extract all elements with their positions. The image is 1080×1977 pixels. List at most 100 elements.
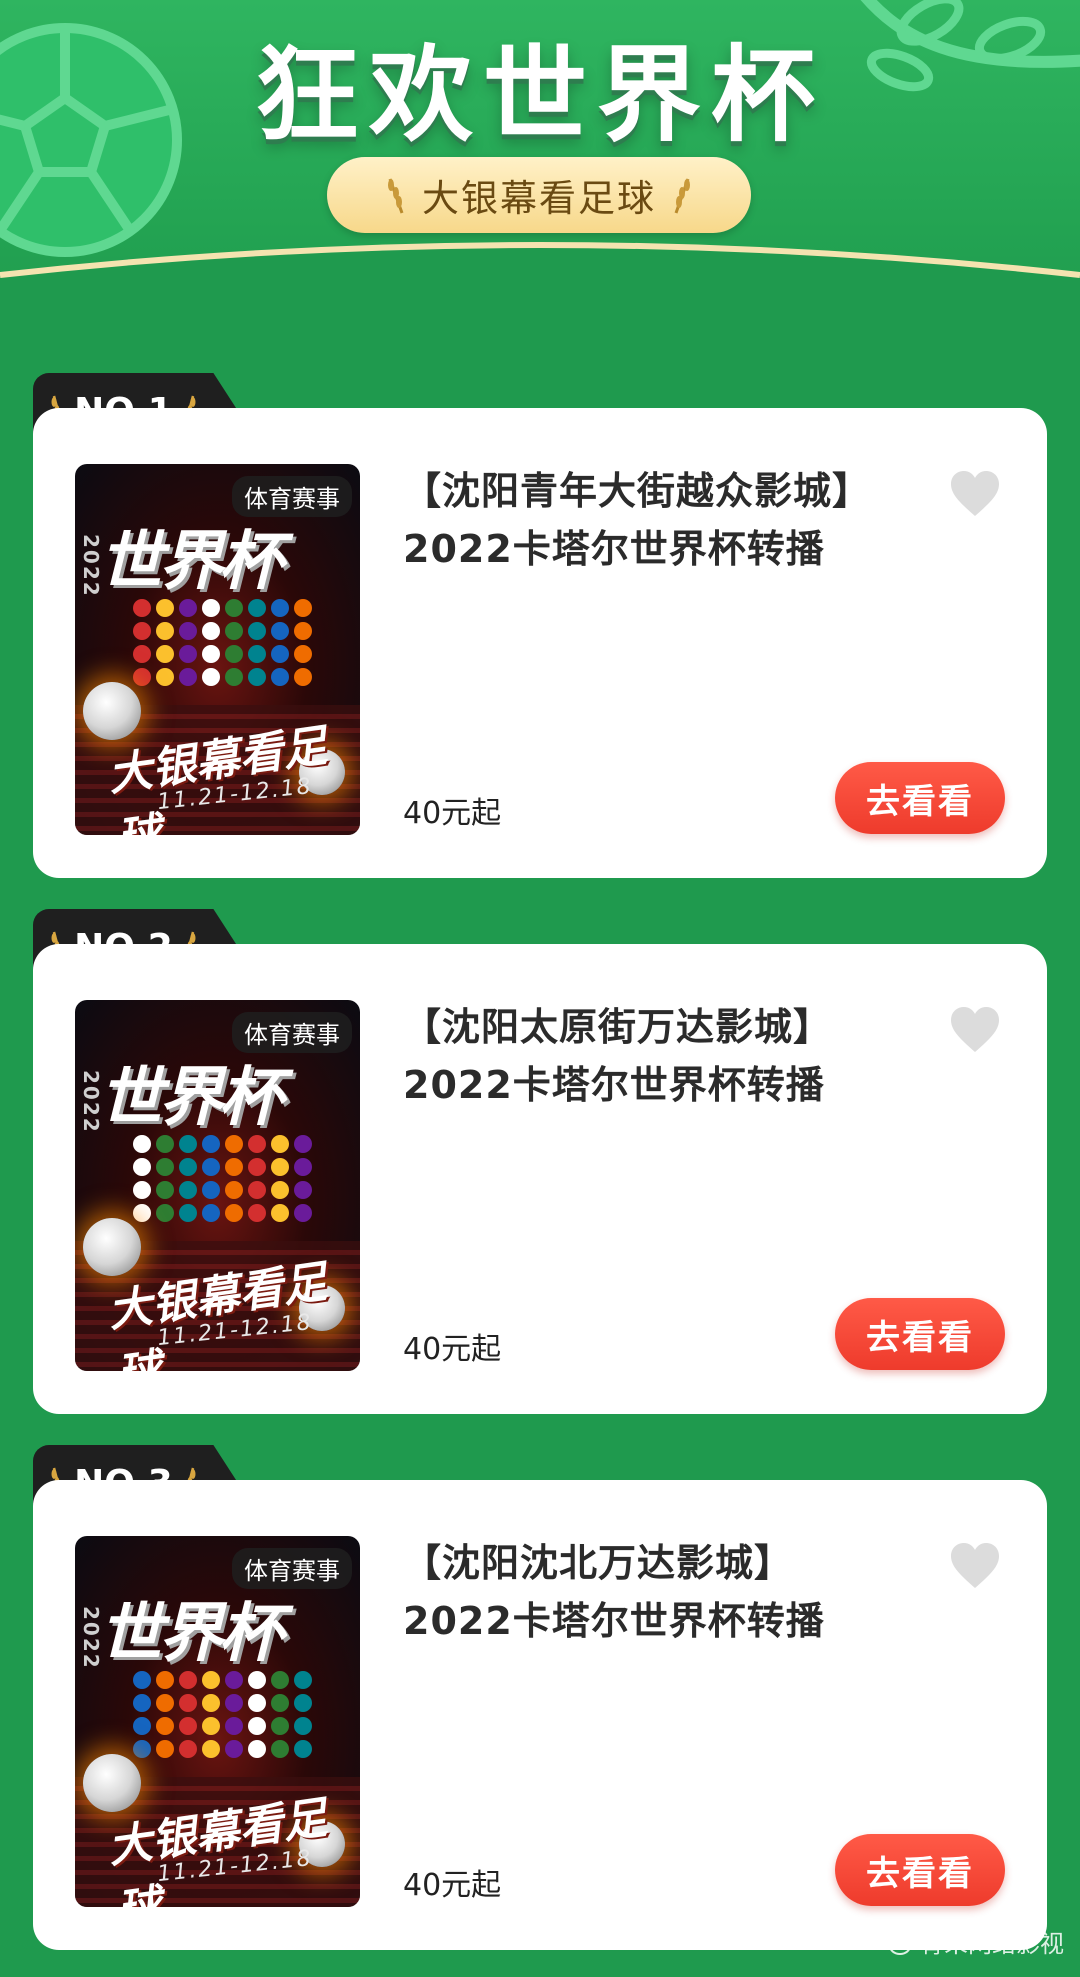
heart-icon[interactable] — [949, 1006, 1001, 1054]
watermark-text: 骨朵网络影视 — [920, 1930, 1064, 1958]
event-poster[interactable]: 体育赛事 2022 世界杯 大银幕看足球 11.21-12.18 — [75, 1536, 360, 1907]
flag-icon — [225, 645, 243, 663]
flag-icon — [133, 599, 151, 617]
flag-icon — [248, 1694, 266, 1712]
flag-icon — [202, 1671, 220, 1689]
flag-icon — [294, 1181, 312, 1199]
flag-icon — [248, 599, 266, 617]
flag-icon — [225, 1181, 243, 1199]
heart-icon[interactable] — [949, 1542, 1001, 1590]
flag-icon — [133, 1135, 151, 1153]
go-watch-button[interactable]: 去看看 — [835, 762, 1005, 834]
cinema-name: 【沈阳青年大街越众影城】 — [403, 469, 872, 513]
flag-icon — [294, 1717, 312, 1735]
flag-icon — [225, 1671, 243, 1689]
flag-icon — [248, 622, 266, 640]
flag-icon — [156, 1671, 174, 1689]
flag-icon — [133, 1671, 151, 1689]
wheat-right-icon — [674, 178, 690, 214]
flag-icon — [133, 1740, 151, 1758]
flag-icon — [294, 1740, 312, 1758]
header-wave — [0, 242, 1080, 330]
flag-icon — [156, 1694, 174, 1712]
event-poster[interactable]: 体育赛事 2022 世界杯 大银幕看足球 11.21-12.18 — [75, 464, 360, 835]
poster-title: 世界杯 — [99, 1597, 283, 1671]
cinema-info[interactable]: 【沈阳太原街万达影城】 2022卡塔尔世界杯转播 — [403, 998, 923, 1114]
flag-icon — [179, 1671, 197, 1689]
flag-icon — [202, 668, 220, 686]
flag-icon — [271, 1671, 289, 1689]
flag-icon — [248, 1671, 266, 1689]
cinema-card[interactable]: 体育赛事 2022 世界杯 大银幕看足球 11.21-12.18 【沈阳青年大街… — [33, 408, 1047, 878]
flag-icon — [179, 599, 197, 617]
event-name: 2022卡塔尔世界杯转播 — [403, 527, 825, 571]
event-name: 2022卡塔尔世界杯转播 — [403, 1599, 825, 1643]
heart-icon[interactable] — [949, 470, 1001, 518]
flag-icon — [202, 599, 220, 617]
subtitle-text: 大银幕看足球 — [422, 177, 656, 220]
flag-icon — [156, 1158, 174, 1176]
flag-icon — [271, 645, 289, 663]
wechat-icon — [877, 1927, 911, 1955]
flag-icon — [133, 668, 151, 686]
flag-icon — [271, 1181, 289, 1199]
flag-icon — [156, 668, 174, 686]
poster-title: 世界杯 — [99, 1061, 283, 1135]
cinema-info[interactable]: 【沈阳沈北万达影城】 2022卡塔尔世界杯转播 — [403, 1534, 923, 1650]
flag-icon — [294, 1694, 312, 1712]
event-name: 2022卡塔尔世界杯转播 — [403, 1063, 825, 1107]
header-banner: 狂欢世界杯 大银幕看足球 — [0, 0, 1080, 330]
flag-icon — [133, 1181, 151, 1199]
cinema-info[interactable]: 【沈阳青年大街越众影城】 2022卡塔尔世界杯转播 — [403, 462, 923, 578]
flag-icon — [294, 1671, 312, 1689]
price-label: 40元起 — [403, 1332, 502, 1367]
flag-icon — [248, 1717, 266, 1735]
flag-icon — [179, 645, 197, 663]
flag-icon — [294, 622, 312, 640]
wheat-left-icon — [388, 178, 404, 214]
flag-icon — [271, 1717, 289, 1735]
flag-grid — [133, 599, 313, 686]
flag-icon — [179, 1740, 197, 1758]
flag-icon — [271, 1135, 289, 1153]
page-title: 狂欢世界杯 — [254, 34, 825, 156]
flag-icon — [202, 1717, 220, 1735]
flag-icon — [225, 1204, 243, 1222]
cinema-card[interactable]: 体育赛事 2022 世界杯 大银幕看足球 11.21-12.18 【沈阳沈北万达… — [33, 1480, 1047, 1950]
flag-icon — [294, 1204, 312, 1222]
flag-icon — [271, 1204, 289, 1222]
cinema-name: 【沈阳太原街万达影城】 — [403, 1005, 833, 1049]
flag-grid — [133, 1671, 313, 1758]
flag-icon — [202, 1135, 220, 1153]
poster-title: 世界杯 — [99, 525, 283, 599]
flag-icon — [202, 1740, 220, 1758]
cinema-name: 【沈阳沈北万达影城】 — [403, 1541, 794, 1585]
flag-icon — [225, 599, 243, 617]
flag-icon — [225, 1158, 243, 1176]
flag-icon — [271, 1158, 289, 1176]
flag-icon — [156, 622, 174, 640]
go-watch-button[interactable]: 去看看 — [835, 1834, 1005, 1906]
flag-icon — [248, 645, 266, 663]
flag-icon — [156, 1740, 174, 1758]
flag-icon — [271, 1694, 289, 1712]
event-poster[interactable]: 体育赛事 2022 世界杯 大银幕看足球 11.21-12.18 — [75, 1000, 360, 1371]
go-watch-button[interactable]: 去看看 — [835, 1298, 1005, 1370]
flag-icon — [202, 1158, 220, 1176]
flag-icon — [294, 645, 312, 663]
flag-icon — [225, 1694, 243, 1712]
football-left-icon — [83, 1754, 141, 1812]
flag-icon — [225, 622, 243, 640]
flag-icon — [225, 1740, 243, 1758]
flag-icon — [248, 1740, 266, 1758]
flag-icon — [179, 1717, 197, 1735]
flag-icon — [156, 1717, 174, 1735]
flag-icon — [133, 1694, 151, 1712]
flag-icon — [225, 1717, 243, 1735]
flag-icon — [133, 1158, 151, 1176]
flag-icon — [202, 622, 220, 640]
flag-icon — [179, 1204, 197, 1222]
cinema-card[interactable]: 体育赛事 2022 世界杯 大银幕看足球 11.21-12.18 【沈阳太原街万… — [33, 944, 1047, 1414]
flag-icon — [179, 1181, 197, 1199]
flag-icon — [271, 622, 289, 640]
